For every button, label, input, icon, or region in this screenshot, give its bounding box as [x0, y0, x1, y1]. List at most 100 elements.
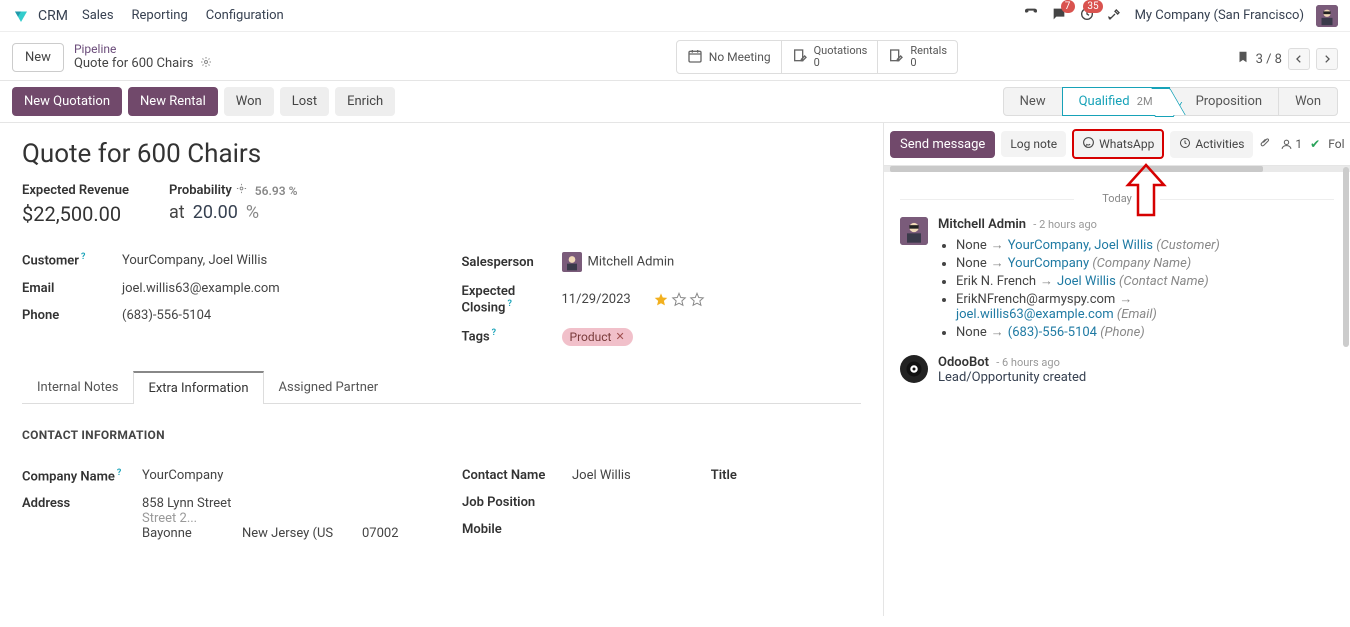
star-icon[interactable]	[671, 292, 687, 308]
probability-value[interactable]: 20.00	[193, 202, 238, 223]
attachment-icon[interactable]	[1259, 136, 1272, 152]
whatsapp-icon	[1082, 136, 1095, 152]
company-name-value[interactable]: YourCompany	[142, 468, 223, 483]
contact-name-value[interactable]: Joel Willis	[572, 468, 631, 483]
action-bar: New Quotation New Rental Won Lost Enrich…	[0, 80, 1350, 123]
new-rental-button[interactable]: New Rental	[128, 87, 218, 116]
customer-value[interactable]: YourCompany, Joel Willis	[122, 253, 267, 268]
address-state[interactable]: New Jersey (US	[242, 526, 352, 541]
bookmark-icon[interactable]	[1236, 50, 1250, 68]
message-avatar	[900, 217, 928, 245]
enrich-button[interactable]: Enrich	[335, 87, 395, 116]
at-label: at	[169, 202, 185, 223]
salesperson-value[interactable]: Mitchell Admin	[588, 255, 675, 270]
expected-closing-value[interactable]: 11/29/2023	[562, 292, 631, 307]
stage-won[interactable]: Won	[1278, 87, 1338, 116]
stat-quotations-label: Quotations	[814, 45, 868, 57]
voip-icon[interactable]	[1023, 6, 1039, 26]
log-message: Mitchell Admin - 2 hours ago None→YourCo…	[900, 217, 1334, 341]
stat-meetings[interactable]: No Meeting	[677, 41, 782, 73]
change-list: None→YourCompany, Joel Willis (Customer)…	[938, 236, 1220, 341]
document-edit-icon	[888, 48, 904, 67]
whatsapp-button[interactable]: WhatsApp	[1072, 129, 1164, 159]
star-icon[interactable]	[653, 292, 669, 308]
activities-icon[interactable]: 35	[1079, 6, 1095, 26]
document-edit-icon	[792, 48, 808, 67]
breadcrumb-gear-icon[interactable]	[200, 56, 212, 73]
log-message: OdooBot - 6 hours ago Lead/Opportunity c…	[900, 355, 1334, 385]
follow-label[interactable]: Fol	[1328, 137, 1344, 151]
tools-icon[interactable]	[1107, 6, 1123, 26]
vertical-scrollbar[interactable]	[1342, 167, 1350, 616]
tabs: Internal Notes Extra Information Assigne…	[22, 370, 861, 404]
follow-check-icon[interactable]: ✔	[1310, 137, 1320, 151]
activities-button[interactable]: Activities	[1170, 131, 1253, 158]
address-zip[interactable]: 07002	[362, 526, 422, 541]
day-separator: Today	[900, 192, 1334, 205]
change-item: None→(683)-556-5104 (Phone)	[956, 323, 1220, 341]
stage-duration: 2M	[1137, 95, 1153, 108]
app-name[interactable]: CRM	[38, 8, 68, 24]
lost-button[interactable]: Lost	[280, 87, 329, 116]
address-street2[interactable]: Street 2...	[142, 511, 422, 526]
probability-gear-icon[interactable]	[236, 183, 247, 198]
tab-extra-information[interactable]: Extra Information	[133, 371, 263, 404]
message-author[interactable]: Mitchell Admin	[938, 217, 1026, 232]
messaging-icon[interactable]: 7	[1051, 6, 1067, 26]
new-record-button[interactable]: New	[12, 43, 64, 72]
nav-sales[interactable]: Sales	[82, 8, 114, 23]
change-link[interactable]: joel.willis63@example.com	[956, 307, 1114, 322]
probability-estimate: 56.93 %	[255, 184, 298, 198]
change-link[interactable]: Joel Willis	[1057, 274, 1116, 289]
star-icon[interactable]	[689, 292, 705, 308]
stage-new[interactable]: New	[1003, 87, 1063, 116]
salesperson-label: Salesperson	[462, 255, 552, 270]
stat-rentals[interactable]: Rentals0	[878, 41, 957, 73]
nav-reporting[interactable]: Reporting	[132, 8, 188, 23]
expected-revenue-value[interactable]: $22,500.00	[22, 202, 129, 226]
stage-proposition[interactable]: Proposition	[1169, 87, 1280, 116]
pager-next[interactable]	[1316, 48, 1338, 70]
new-quotation-button[interactable]: New Quotation	[12, 87, 122, 116]
followers-icon[interactable]: 1	[1280, 137, 1302, 151]
form-view: Quote for 600 Chairs Expected Revenue $2…	[0, 123, 883, 616]
priority-stars[interactable]	[653, 292, 705, 308]
record-title[interactable]: Quote for 600 Chairs	[22, 139, 861, 169]
mobile-label: Mobile	[462, 522, 562, 537]
highlight-arrow-icon	[1124, 163, 1168, 223]
tab-internal-notes[interactable]: Internal Notes	[22, 371, 133, 404]
message-time: - 2 hours ago	[1033, 218, 1097, 231]
stage-qualified[interactable]: Qualified 2M	[1062, 87, 1170, 116]
tag-chip[interactable]: Product✕	[562, 328, 633, 346]
expected-closing-label: Expected Closing	[462, 284, 552, 315]
log-note-button[interactable]: Log note	[1001, 131, 1066, 157]
breadcrumb-parent[interactable]: Pipeline	[74, 42, 212, 56]
won-button[interactable]: Won	[224, 87, 274, 116]
address-street[interactable]: 858 Lynn Street	[142, 496, 422, 511]
company-switcher[interactable]: My Company (San Francisco)	[1135, 8, 1304, 23]
change-link[interactable]: YourCompany	[1008, 256, 1089, 271]
pager-prev[interactable]	[1288, 48, 1310, 70]
change-item: Erik N. French→Joel Willis (Contact Name…	[956, 272, 1220, 290]
email-value[interactable]: joel.willis63@example.com	[122, 281, 280, 296]
message-author[interactable]: OdooBot	[938, 355, 989, 370]
nav-configuration[interactable]: Configuration	[206, 8, 284, 23]
phone-value[interactable]: (683)-556-5104	[122, 308, 211, 323]
stat-quotations[interactable]: Quotations0	[782, 41, 879, 73]
chatter-toolbar: Send message Log note WhatsApp Activitie…	[884, 123, 1350, 166]
app-logo-icon[interactable]	[12, 7, 30, 25]
send-message-button[interactable]: Send message	[890, 131, 995, 158]
user-avatar[interactable]	[1316, 5, 1338, 27]
pager-text: 3 / 8	[1256, 52, 1282, 67]
smart-buttons: No Meeting Quotations0 Rentals0	[676, 40, 958, 74]
calendar-icon	[687, 48, 703, 67]
email-label: Email	[22, 281, 112, 296]
expected-revenue-label: Expected Revenue	[22, 183, 129, 198]
tag-remove-icon[interactable]: ✕	[615, 330, 624, 343]
chatter: Send message Log note WhatsApp Activitie…	[883, 123, 1350, 616]
change-link[interactable]: YourCompany, Joel Willis	[1008, 238, 1153, 253]
change-item: ErikNFrench@armyspy.com→joel.willis63@ex…	[956, 290, 1220, 323]
tab-assigned-partner[interactable]: Assigned Partner	[264, 371, 394, 404]
change-link[interactable]: (683)-556-5104	[1008, 325, 1097, 340]
address-city[interactable]: Bayonne	[142, 526, 232, 541]
